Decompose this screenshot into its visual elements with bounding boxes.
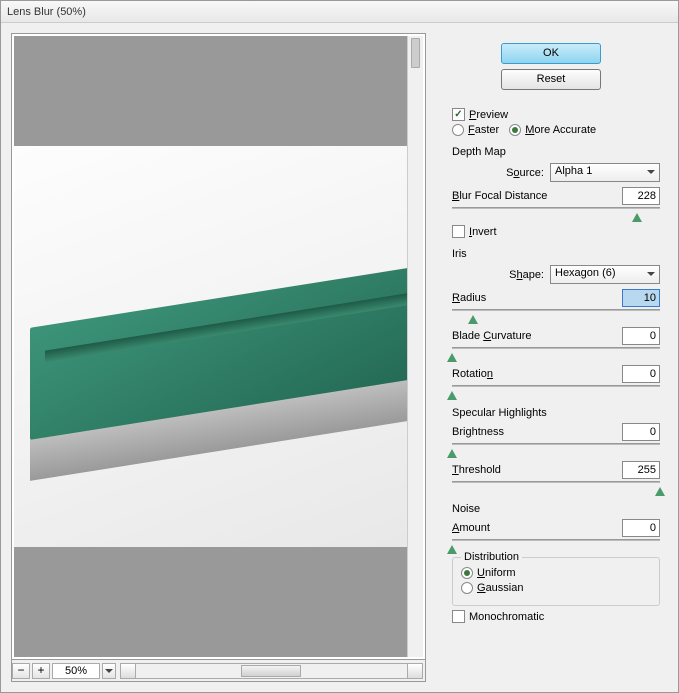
- monochromatic-checkbox[interactable]: [452, 610, 465, 623]
- more-accurate-radio[interactable]: [509, 124, 521, 136]
- source-select[interactable]: Alpha 1: [550, 163, 660, 182]
- radius-label: Radius: [452, 292, 486, 304]
- faster-label: Faster: [468, 124, 499, 136]
- distribution-fieldset: Distribution Uniform Gaussian: [452, 557, 660, 606]
- faster-radio[interactable]: [452, 124, 464, 136]
- threshold-input[interactable]: [622, 461, 660, 479]
- amount-slider[interactable]: [452, 537, 660, 551]
- rotation-label: Rotation: [452, 368, 493, 380]
- iris-group-label: Iris: [452, 248, 660, 260]
- preview-panel: − + 50%: [1, 23, 426, 692]
- invert-checkbox[interactable]: [452, 225, 465, 238]
- invert-label: Invert: [469, 226, 497, 238]
- zoom-in-button[interactable]: +: [32, 663, 50, 679]
- brightness-input[interactable]: [622, 423, 660, 441]
- gaussian-radio[interactable]: [461, 582, 473, 594]
- zoom-bar: − + 50%: [11, 660, 426, 682]
- focal-distance-slider[interactable]: [452, 205, 660, 219]
- radius-input[interactable]: [622, 289, 660, 307]
- preview-image[interactable]: [14, 146, 407, 547]
- brightness-slider[interactable]: [452, 441, 660, 455]
- brightness-label: Brightness: [452, 426, 504, 438]
- depth-map-group-label: Depth Map: [452, 146, 660, 158]
- source-label: Source:: [506, 167, 544, 179]
- lens-blur-dialog: Lens Blur (50%) − + 50%: [0, 0, 679, 693]
- shape-label: Shape:: [509, 269, 544, 281]
- rotation-slider[interactable]: [452, 383, 660, 397]
- titlebar: Lens Blur (50%): [1, 1, 678, 23]
- threshold-slider[interactable]: [452, 479, 660, 493]
- specular-group-label: Specular Highlights: [452, 407, 660, 419]
- shape-select[interactable]: Hexagon (6): [550, 265, 660, 284]
- blade-curvature-slider[interactable]: [452, 345, 660, 359]
- amount-input[interactable]: [622, 519, 660, 537]
- window-title: Lens Blur (50%): [7, 6, 86, 18]
- blade-curvature-input[interactable]: [622, 327, 660, 345]
- reset-button[interactable]: Reset: [501, 69, 601, 90]
- noise-group-label: Noise: [452, 503, 660, 515]
- monochromatic-label: Monochromatic: [469, 611, 544, 623]
- radius-slider[interactable]: [452, 307, 660, 321]
- ok-button[interactable]: OK: [501, 43, 601, 64]
- focal-distance-label: Blur Focal Distance: [452, 190, 547, 202]
- focal-distance-input[interactable]: [622, 187, 660, 205]
- zoom-dropdown[interactable]: [102, 663, 116, 679]
- gaussian-label: Gaussian: [477, 582, 523, 594]
- uniform-radio[interactable]: [461, 567, 473, 579]
- blade-curvature-label: Blade Curvature: [452, 330, 532, 342]
- zoom-value: 50%: [52, 663, 100, 679]
- threshold-label: Threshold: [452, 464, 501, 476]
- preview-frame: [11, 33, 426, 660]
- vertical-scrollbar[interactable]: [407, 36, 423, 657]
- amount-label: Amount: [452, 522, 490, 534]
- horizontal-scrollbar[interactable]: [120, 663, 423, 679]
- preview-label: Preview: [469, 109, 508, 121]
- more-accurate-label: More Accurate: [525, 124, 596, 136]
- uniform-label: Uniform: [477, 567, 516, 579]
- preview-checkbox[interactable]: [452, 108, 465, 121]
- controls-panel: OK Reset Preview Faster More Accurate De…: [426, 23, 678, 692]
- distribution-legend: Distribution: [461, 551, 522, 563]
- chevron-down-icon: [105, 669, 113, 677]
- rotation-input[interactable]: [622, 365, 660, 383]
- zoom-out-button[interactable]: −: [12, 663, 30, 679]
